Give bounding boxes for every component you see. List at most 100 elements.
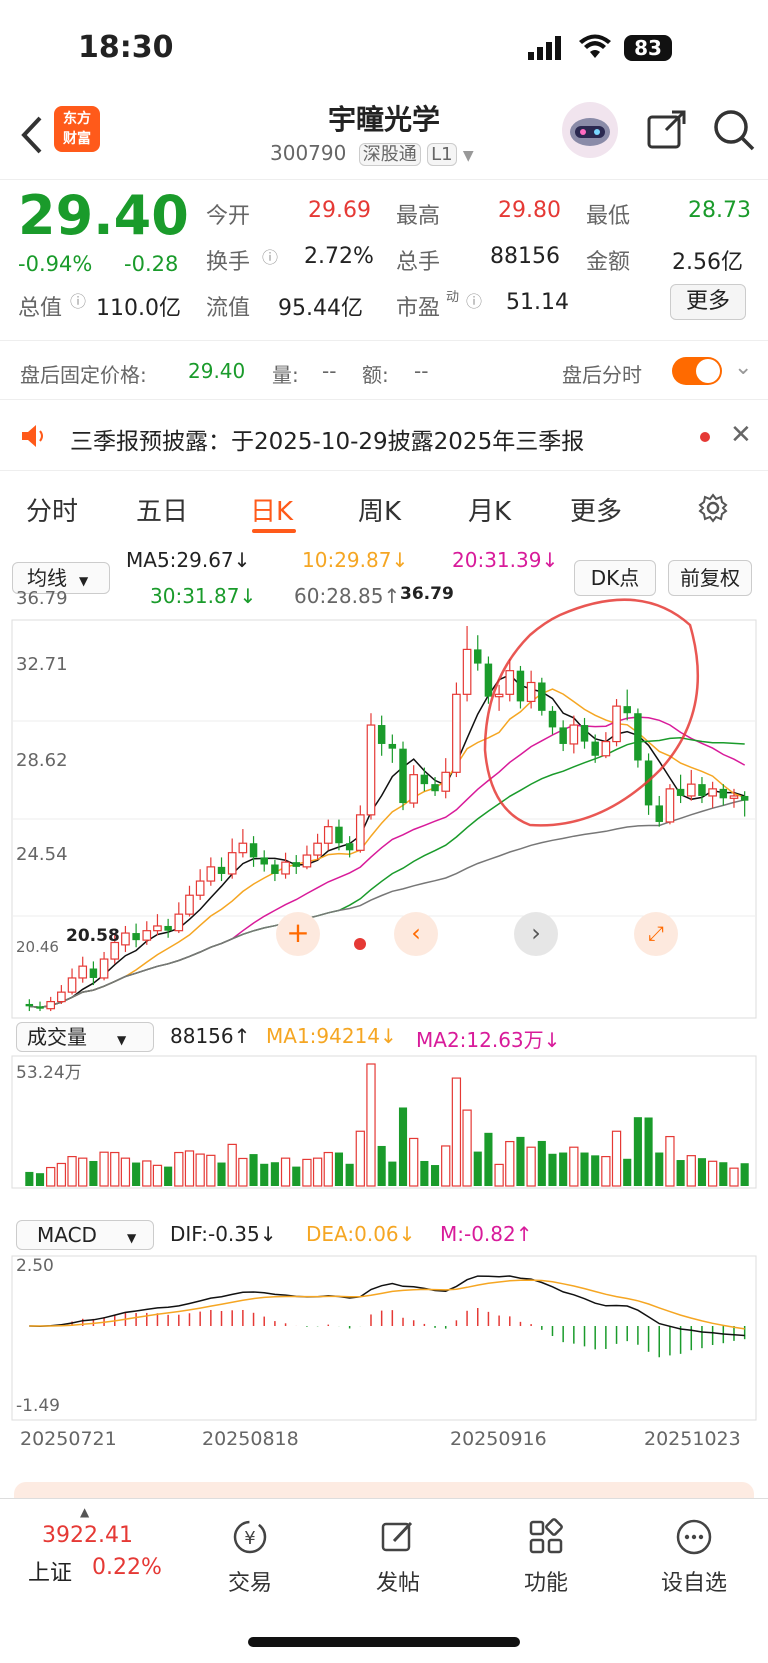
position-dot [354, 938, 366, 950]
candle-body [302, 854, 312, 868]
candle-body [719, 788, 728, 799]
candle-body [548, 710, 557, 728]
kline-max-marker: 36.79 [400, 584, 454, 604]
kline-y-min: 20.46 [16, 938, 59, 956]
close-icon[interactable]: ✕ [730, 420, 752, 450]
date-label-4: 20251023 [644, 1428, 741, 1450]
after-hours-amt: -- [414, 359, 429, 383]
share-icon[interactable] [646, 108, 688, 154]
index-value[interactable]: 3922.41 [42, 1523, 133, 1548]
candle-body [431, 784, 439, 792]
info-icon[interactable]: ⓘ [262, 244, 278, 268]
function-button[interactable]: 功能 [506, 1517, 586, 1597]
candle-body [206, 866, 216, 882]
candle-body [153, 925, 162, 932]
chevron-down-icon[interactable]: ⌄ [734, 355, 752, 380]
volume-select[interactable]: 成交量 ▼ [16, 1022, 154, 1052]
volume-bar [217, 1162, 226, 1186]
candle-body [121, 932, 130, 946]
low-value: 28.73 [688, 198, 751, 223]
low-label: 最低 [586, 204, 631, 229]
volume-bar [46, 1166, 56, 1187]
volume-bar [420, 1160, 429, 1186]
candle-body [313, 842, 322, 856]
level-tag: L1 [427, 143, 457, 166]
after-hours-toggle[interactable] [672, 357, 722, 385]
after-hours-bar: 盘后固定价格: 29.40 量: -- 额: -- 盘后分时 ⌄ [0, 340, 768, 400]
volume-bar [78, 1157, 88, 1187]
kline-y-max: 36.79 [16, 588, 68, 609]
tab-intraday[interactable]: 分时 [26, 491, 78, 528]
tab-monthly-k[interactable]: 月K [468, 491, 511, 528]
volume-bar [398, 1107, 408, 1186]
search-icon[interactable] [712, 108, 756, 156]
candle-body [377, 725, 386, 744]
volume-bar [35, 1173, 45, 1186]
candle-body [676, 788, 685, 796]
scroll-right-button[interactable]: › [514, 912, 558, 956]
candle-body [601, 740, 611, 757]
index-percent: 0.22% [92, 1555, 162, 1580]
candle-body [292, 862, 300, 867]
svg-text:¥: ¥ [244, 1528, 255, 1549]
ma30-line [29, 737, 745, 1009]
candle-body [164, 925, 172, 931]
scroll-left-button[interactable]: ‹ [394, 912, 438, 956]
volume-bar [623, 1158, 632, 1186]
stock-code-row[interactable]: 300790 深股通 L1 ▼ [270, 140, 500, 170]
volume-bar [345, 1163, 354, 1186]
notice-bar[interactable]: 三季报预披露：于2025-10-29披露2025年三季报 ✕ [0, 404, 768, 470]
volume-bar [729, 1167, 739, 1187]
post-button[interactable]: 发帖 [358, 1517, 438, 1597]
candle-body [195, 880, 205, 896]
home-indicator [248, 1637, 520, 1647]
volume-bar [409, 1137, 419, 1187]
grid-icon [529, 1518, 563, 1554]
volume-bar [270, 1162, 279, 1186]
volume-bar [184, 1150, 195, 1187]
macd-m: M:-0.82↑ [440, 1222, 533, 1246]
speaker-icon [20, 422, 48, 454]
more-dots-icon [676, 1519, 712, 1555]
volume-bar [249, 1154, 258, 1186]
battery-icon: 83 [624, 35, 672, 61]
stock-code: 300790 [270, 141, 347, 165]
float-value: 95.44亿 [278, 296, 363, 321]
volume-bar [676, 1160, 685, 1186]
volume-bar [441, 1145, 451, 1187]
volume-bar [99, 1151, 109, 1187]
info-icon[interactable]: ⓘ [466, 288, 482, 312]
volume-bar [120, 1157, 131, 1187]
gear-icon[interactable] [698, 493, 728, 527]
fullscreen-icon[interactable]: ⤢ [634, 912, 678, 956]
connect-tag: 深股通 [358, 143, 421, 166]
info-icon[interactable]: ⓘ [70, 288, 86, 312]
candle-body [46, 1000, 56, 1010]
tab-more[interactable]: 更多 [570, 491, 622, 528]
volume-bar [719, 1162, 728, 1186]
volume-bar [526, 1146, 536, 1187]
candle-body [655, 805, 663, 822]
more-button[interactable]: 更多 [670, 284, 746, 320]
tab-daily-k[interactable]: 日K [250, 491, 293, 528]
volume-bar [451, 1077, 462, 1187]
robot-assistant-icon[interactable] [562, 102, 618, 158]
candle-body [505, 670, 515, 695]
last-price: 29.40 [18, 184, 189, 247]
volume-chart[interactable] [0, 1054, 768, 1214]
candle-body [580, 725, 589, 742]
tab-five-day[interactable]: 五日 [136, 491, 188, 528]
unread-dot [700, 432, 710, 442]
after-hours-amt-label: 额: [362, 363, 389, 387]
change-percent: -0.94% [18, 252, 93, 276]
caret-up-icon[interactable]: ▲ [80, 1505, 89, 1519]
zoom-in-button[interactable]: + [276, 912, 320, 956]
macd-select[interactable]: MACD ▼ [16, 1220, 154, 1250]
macd-chart[interactable] [0, 1254, 768, 1424]
volume-bar [280, 1157, 291, 1187]
candle-body [36, 1006, 44, 1009]
add-watchlist-button[interactable]: 设自选 [654, 1517, 734, 1597]
trade-button[interactable]: ¥ 交易 [210, 1517, 290, 1597]
tab-weekly-k[interactable]: 周K [358, 491, 401, 528]
volume-bar [591, 1155, 600, 1186]
